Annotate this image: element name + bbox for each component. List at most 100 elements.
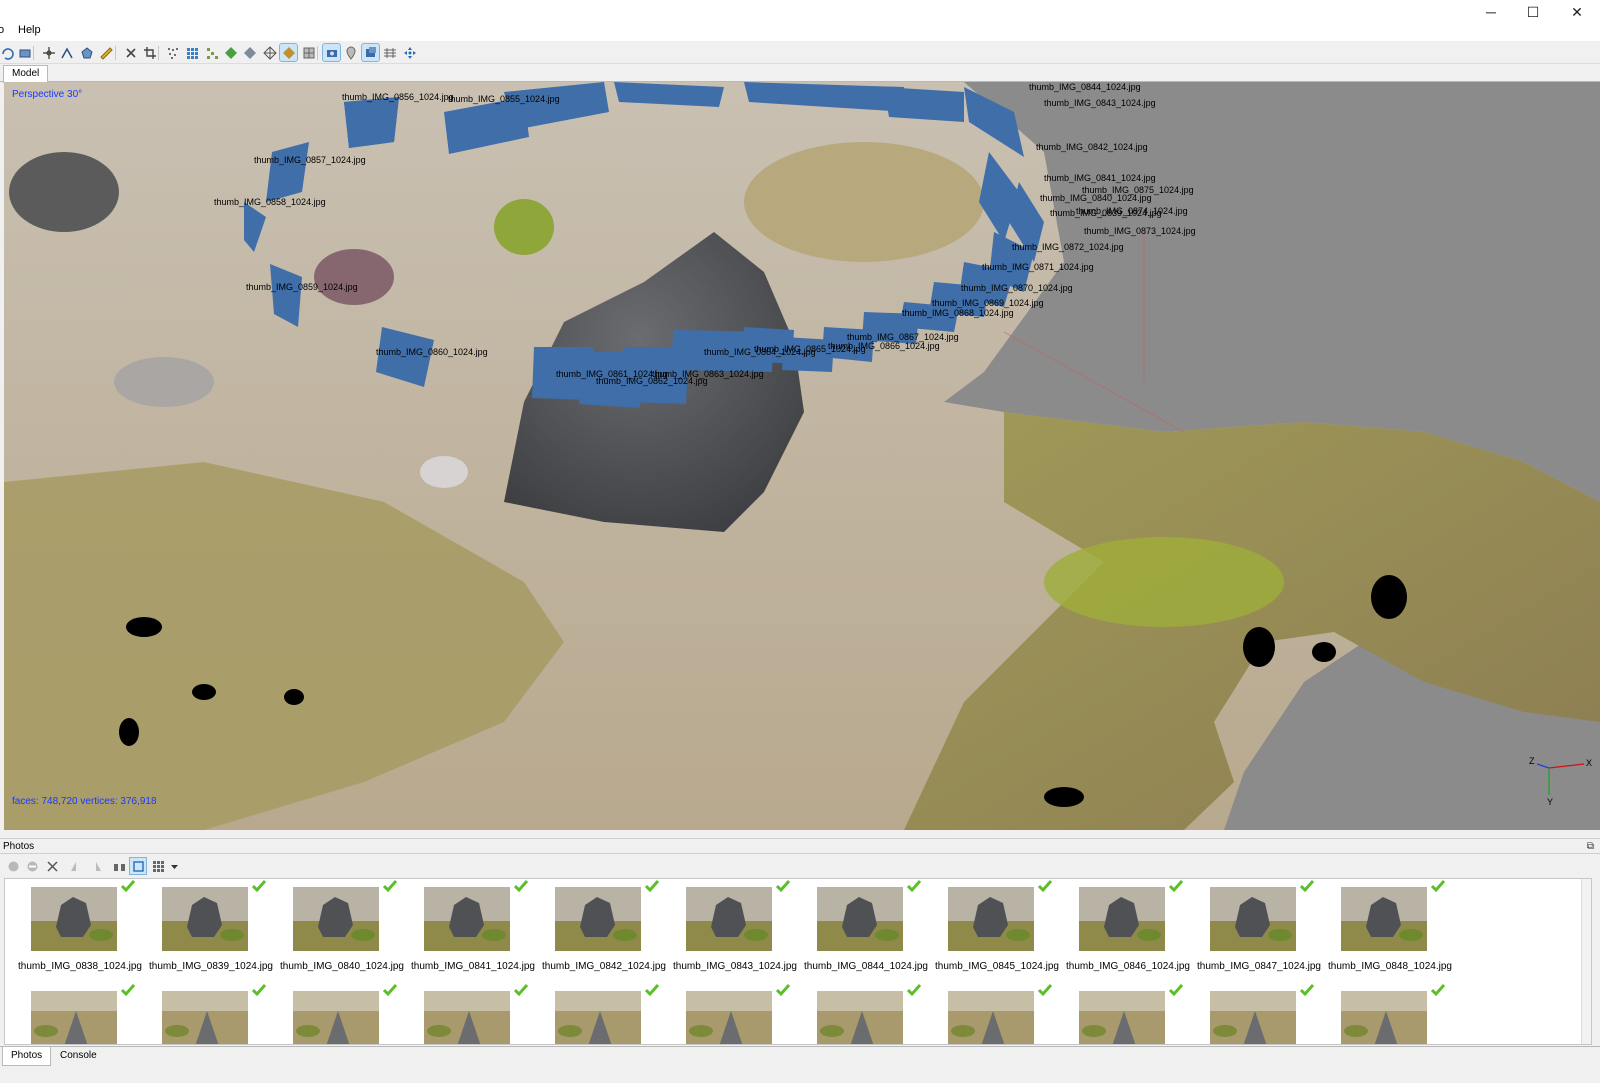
photo-thumbnail <box>817 887 903 951</box>
tiled-model-button[interactable] <box>300 44 317 61</box>
camera-label[interactable]: thumb_IMG_0864_1024.jpg <box>704 347 816 357</box>
camera-plane[interactable] <box>344 97 399 148</box>
photo-filename: thumb_IMG_0842_1024.jpg <box>542 961 666 972</box>
ruler-button[interactable] <box>97 44 114 61</box>
photo-item[interactable] <box>1194 984 1324 1044</box>
photo-item[interactable]: thumb_IMG_0847_1024.jpg <box>1194 880 1324 983</box>
camera-label[interactable]: thumb_IMG_0858_1024.jpg <box>214 197 326 207</box>
camera-plane[interactable] <box>979 152 1019 242</box>
photo-item[interactable] <box>670 984 800 1044</box>
disable-camera-button[interactable] <box>24 858 40 874</box>
minimize-button[interactable]: ─ <box>1474 2 1508 22</box>
photo-thumbnail <box>293 887 379 951</box>
photo-item[interactable] <box>1063 984 1193 1044</box>
model-viewport[interactable]: thumb_IMG_0844_1024.jpg thumb_IMG_0843_10… <box>4 82 1600 830</box>
camera-label[interactable]: thumb_IMG_0843_1024.jpg <box>1044 98 1156 108</box>
camera-label[interactable]: thumb_IMG_0872_1024.jpg <box>1012 242 1124 252</box>
polygon-shape-button[interactable] <box>78 44 95 61</box>
photos-scrollbar[interactable] <box>1581 879 1591 1044</box>
show-markers-button[interactable] <box>342 44 359 61</box>
rotate-left-button[interactable] <box>67 858 83 874</box>
photo-item[interactable] <box>277 984 407 1044</box>
camera-plane[interactable] <box>884 87 964 122</box>
camera-label[interactable]: thumb_IMG_0861_1024.jpg <box>556 369 668 379</box>
photo-item[interactable] <box>15 984 145 1044</box>
tab-console[interactable]: Console <box>52 1047 105 1066</box>
maximize-button[interactable]: ☐ <box>1516 2 1550 22</box>
photo-item[interactable]: thumb_IMG_0839_1024.jpg <box>146 880 276 983</box>
wireframe-model-button[interactable] <box>261 44 278 61</box>
photo-item[interactable] <box>408 984 538 1044</box>
photo-item[interactable] <box>1325 984 1455 1044</box>
solid-model-button[interactable] <box>241 44 258 61</box>
close-button[interactable]: ✕ <box>1560 2 1594 22</box>
photo-item[interactable] <box>539 984 669 1044</box>
delete-selection-button[interactable] <box>122 44 139 61</box>
reset-view-button[interactable] <box>401 44 418 61</box>
region-button[interactable] <box>16 44 33 61</box>
photo-item[interactable]: thumb_IMG_0845_1024.jpg <box>932 880 1062 983</box>
photo-item[interactable]: thumb_IMG_0841_1024.jpg <box>408 880 538 983</box>
photo-item[interactable]: thumb_IMG_0844_1024.jpg <box>801 880 931 983</box>
reset-filter-button[interactable] <box>129 857 147 875</box>
rotate-right-button[interactable] <box>88 858 104 874</box>
photo-item[interactable]: thumb_IMG_0838_1024.jpg <box>15 880 145 983</box>
camera-plane[interactable] <box>266 142 309 202</box>
camera-label[interactable]: thumb_IMG_0873_1024.jpg <box>1084 226 1196 236</box>
camera-label[interactable]: thumb_IMG_0841_1024.jpg <box>1044 173 1156 183</box>
crop-selection-button[interactable] <box>141 44 158 61</box>
tab-model[interactable]: Model <box>3 65 49 83</box>
shaded-model-button[interactable] <box>222 44 239 61</box>
tab-photos[interactable]: Photos <box>2 1047 52 1066</box>
menu-item-help[interactable]: Help <box>18 24 41 36</box>
menu-item-partial[interactable]: o <box>0 24 4 36</box>
photo-item[interactable]: thumb_IMG_0846_1024.jpg <box>1063 880 1193 983</box>
aligned-check-icon <box>514 880 528 893</box>
camera-plane[interactable] <box>504 82 609 130</box>
camera-label[interactable]: thumb_IMG_0840_1024.jpg <box>1040 193 1152 203</box>
camera-plane[interactable] <box>244 202 266 252</box>
camera-label[interactable]: thumb_IMG_0842_1024.jpg <box>1036 142 1148 152</box>
camera-label[interactable]: thumb_IMG_0869_1024.jpg <box>932 298 1044 308</box>
ruler-path-button[interactable] <box>58 44 75 61</box>
show-grid-button[interactable] <box>381 44 398 61</box>
enable-camera-button[interactable] <box>5 858 21 874</box>
dense-cloud-classes-button[interactable] <box>203 44 220 61</box>
filter-button[interactable] <box>111 858 127 874</box>
camera-label[interactable]: thumb_IMG_0856_1024.jpg <box>342 92 454 102</box>
camera-plane[interactable] <box>614 82 724 107</box>
photo-item[interactable]: thumb_IMG_0848_1024.jpg <box>1325 880 1455 983</box>
aligned-check-icon <box>252 984 266 997</box>
camera-label[interactable]: thumb_IMG_0844_1024.jpg <box>1029 82 1141 92</box>
dropdown-arrow-button[interactable] <box>166 858 182 874</box>
navigation-button[interactable] <box>40 44 57 61</box>
camera-label[interactable]: thumb_IMG_0855_1024.jpg <box>448 94 560 104</box>
show-cameras-button[interactable] <box>322 43 341 62</box>
photo-item[interactable]: thumb_IMG_0843_1024.jpg <box>670 880 800 983</box>
photo-item[interactable] <box>146 984 276 1044</box>
photo-item[interactable]: thumb_IMG_0840_1024.jpg <box>277 880 407 983</box>
textured-model-button[interactable] <box>279 43 298 62</box>
camera-label[interactable]: thumb_IMG_0868_1024.jpg <box>902 308 1014 318</box>
photo-item[interactable] <box>801 984 931 1044</box>
photo-thumbnail <box>31 991 117 1044</box>
show-region-button[interactable] <box>361 43 380 62</box>
camera-label[interactable]: thumb_IMG_0870_1024.jpg <box>961 283 1073 293</box>
camera-plane[interactable] <box>376 327 434 387</box>
dense-cloud-button[interactable] <box>183 44 200 61</box>
camera-label[interactable]: thumb_IMG_0859_1024.jpg <box>246 282 358 292</box>
camera-label[interactable]: thumb_IMG_0860_1024.jpg <box>376 347 488 357</box>
camera-label[interactable]: thumb_IMG_0857_1024.jpg <box>254 155 366 165</box>
camera-plane[interactable] <box>964 87 1024 157</box>
photo-item[interactable]: thumb_IMG_0842_1024.jpg <box>539 880 669 983</box>
point-cloud-button[interactable] <box>164 44 181 61</box>
camera-plane[interactable] <box>270 264 302 327</box>
rotate-object-button[interactable] <box>0 44 15 61</box>
remove-camera-button[interactable] <box>44 858 60 874</box>
camera-label[interactable]: thumb_IMG_0839_1024.jpg <box>1050 208 1162 218</box>
camera-label[interactable]: thumb_IMG_0871_1024.jpg <box>982 262 1094 272</box>
float-pane-icon[interactable]: ⧉ <box>1587 841 1594 852</box>
photo-item[interactable] <box>932 984 1062 1044</box>
camera-plane[interactable] <box>744 82 909 112</box>
view-mode-button[interactable] <box>150 858 166 874</box>
